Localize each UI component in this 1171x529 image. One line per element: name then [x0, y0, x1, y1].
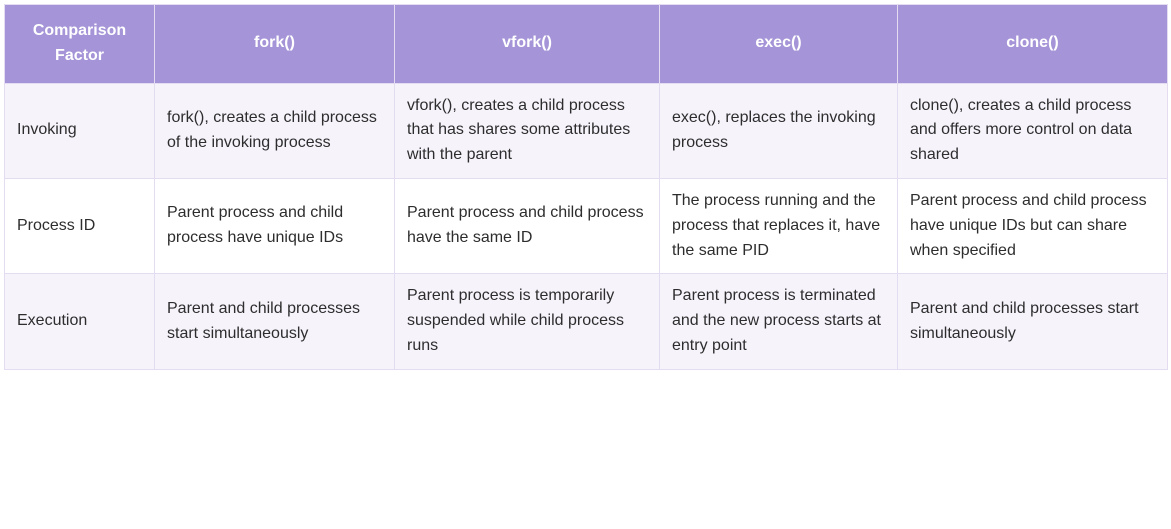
cell-clone: clone(), creates a child process and off…: [898, 83, 1168, 178]
header-clone: clone(): [898, 5, 1168, 84]
cell-vfork: vfork(), creates a child process that ha…: [395, 83, 660, 178]
cell-clone: Parent and child processes start simulta…: [898, 274, 1168, 369]
header-exec: exec(): [660, 5, 898, 84]
cell-fork: fork(), creates a child process of the i…: [155, 83, 395, 178]
cell-fork: Parent process and child process have un…: [155, 178, 395, 273]
header-fork: fork(): [155, 5, 395, 84]
cell-vfork: Parent process and child process have th…: [395, 178, 660, 273]
cell-vfork: Parent process is temporarily suspended …: [395, 274, 660, 369]
table-row: Process ID Parent process and child proc…: [5, 178, 1168, 273]
header-row: Comparison Factor fork() vfork() exec() …: [5, 5, 1168, 84]
table-row: Invoking fork(), creates a child process…: [5, 83, 1168, 178]
cell-clone: Parent process and child process have un…: [898, 178, 1168, 273]
comparison-table: Comparison Factor fork() vfork() exec() …: [4, 4, 1168, 370]
cell-factor: Invoking: [5, 83, 155, 178]
cell-factor: Execution: [5, 274, 155, 369]
cell-factor: Process ID: [5, 178, 155, 273]
cell-exec: The process running and the process that…: [660, 178, 898, 273]
header-factor: Comparison Factor: [5, 5, 155, 84]
cell-exec: exec(), replaces the invoking process: [660, 83, 898, 178]
table-row: Execution Parent and child processes sta…: [5, 274, 1168, 369]
cell-exec: Parent process is terminated and the new…: [660, 274, 898, 369]
cell-fork: Parent and child processes start simulta…: [155, 274, 395, 369]
header-vfork: vfork(): [395, 5, 660, 84]
